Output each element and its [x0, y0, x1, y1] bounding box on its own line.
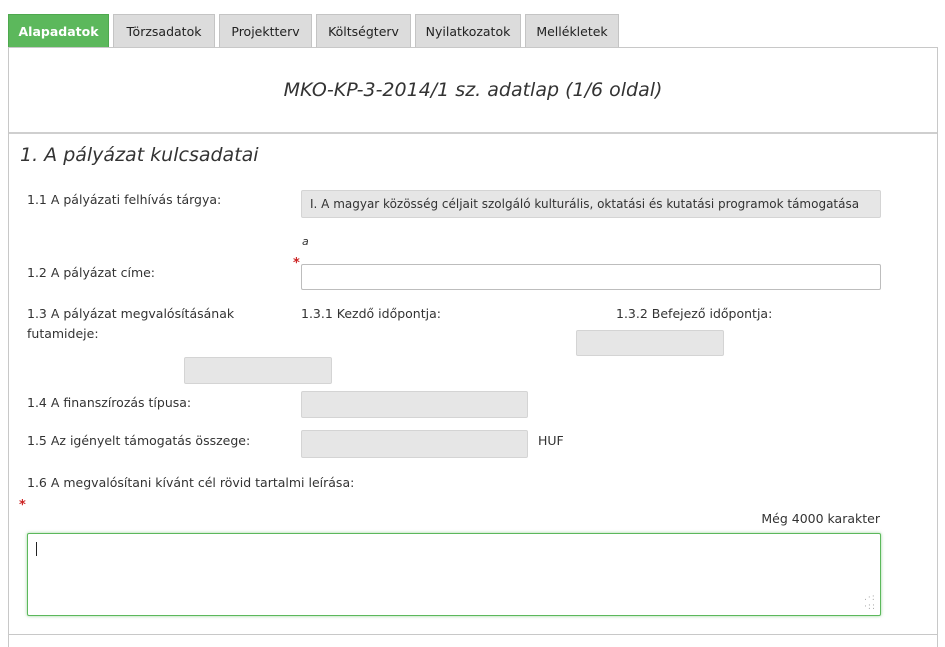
- section-title: 1. A pályázat kulcsadatai: [20, 144, 259, 166]
- start-date-label: 1.3.1 Kezdő időpontja:: [301, 306, 441, 321]
- amount-field: [301, 430, 528, 458]
- form-title: MKO-KP-3-2014/1 sz. adatlap (1/6 oldal): [283, 79, 663, 101]
- financing-type-field: [301, 391, 528, 418]
- subject-label: 1.1 A pályázati felhívás tárgya:: [27, 192, 222, 207]
- description-required-mark: *: [19, 498, 26, 513]
- tab-torzsadatok[interactable]: Törzsadatok: [113, 14, 215, 47]
- end-date-field: [576, 330, 724, 356]
- tab-alapadatok[interactable]: Alapadatok: [8, 14, 109, 47]
- character-counter: Még 4000 karakter: [761, 511, 880, 526]
- tab-bar: Alapadatok Törzsadatok Projektterv Költs…: [8, 14, 619, 47]
- financing-type-label: 1.4 A finanszírozás típusa:: [27, 395, 192, 410]
- amount-unit: HUF: [538, 433, 564, 448]
- start-date-field: [184, 357, 332, 384]
- title-required-mark: *: [293, 256, 300, 271]
- description-label: 1.6 A megvalósítani kívánt cél rövid tar…: [27, 475, 355, 490]
- subject-value: I. A magyar közösség céljait szolgáló ku…: [310, 197, 860, 211]
- text-caret: [36, 542, 37, 556]
- duration-label: 1.3 A pályázat megvalósításának futamide…: [27, 306, 235, 341]
- subject-field: I. A magyar közösség céljait szolgáló ku…: [301, 190, 881, 218]
- end-date-label: 1.3.2 Befejező időpontja:: [616, 306, 773, 321]
- tab-mellekletek[interactable]: Mellékletek: [525, 14, 619, 47]
- description-textarea[interactable]: .·: ·::: [27, 533, 881, 616]
- tab-projektterv[interactable]: Projektterv: [219, 14, 312, 47]
- tab-koltsegterv[interactable]: Költségterv: [316, 14, 411, 47]
- tab-nyilatkozatok[interactable]: Nyilatkozatok: [415, 14, 521, 47]
- bottom-divider: [8, 634, 938, 635]
- resize-grip-icon[interactable]: .·: ·::: [864, 594, 876, 612]
- subject-note: a: [302, 235, 309, 248]
- title-input[interactable]: [301, 264, 881, 290]
- title-label: 1.2 A pályázat címe:: [27, 265, 156, 280]
- amount-label: 1.5 Az igényelt támogatás összege:: [27, 433, 251, 448]
- form-header: MKO-KP-3-2014/1 sz. adatlap (1/6 oldal): [9, 48, 937, 134]
